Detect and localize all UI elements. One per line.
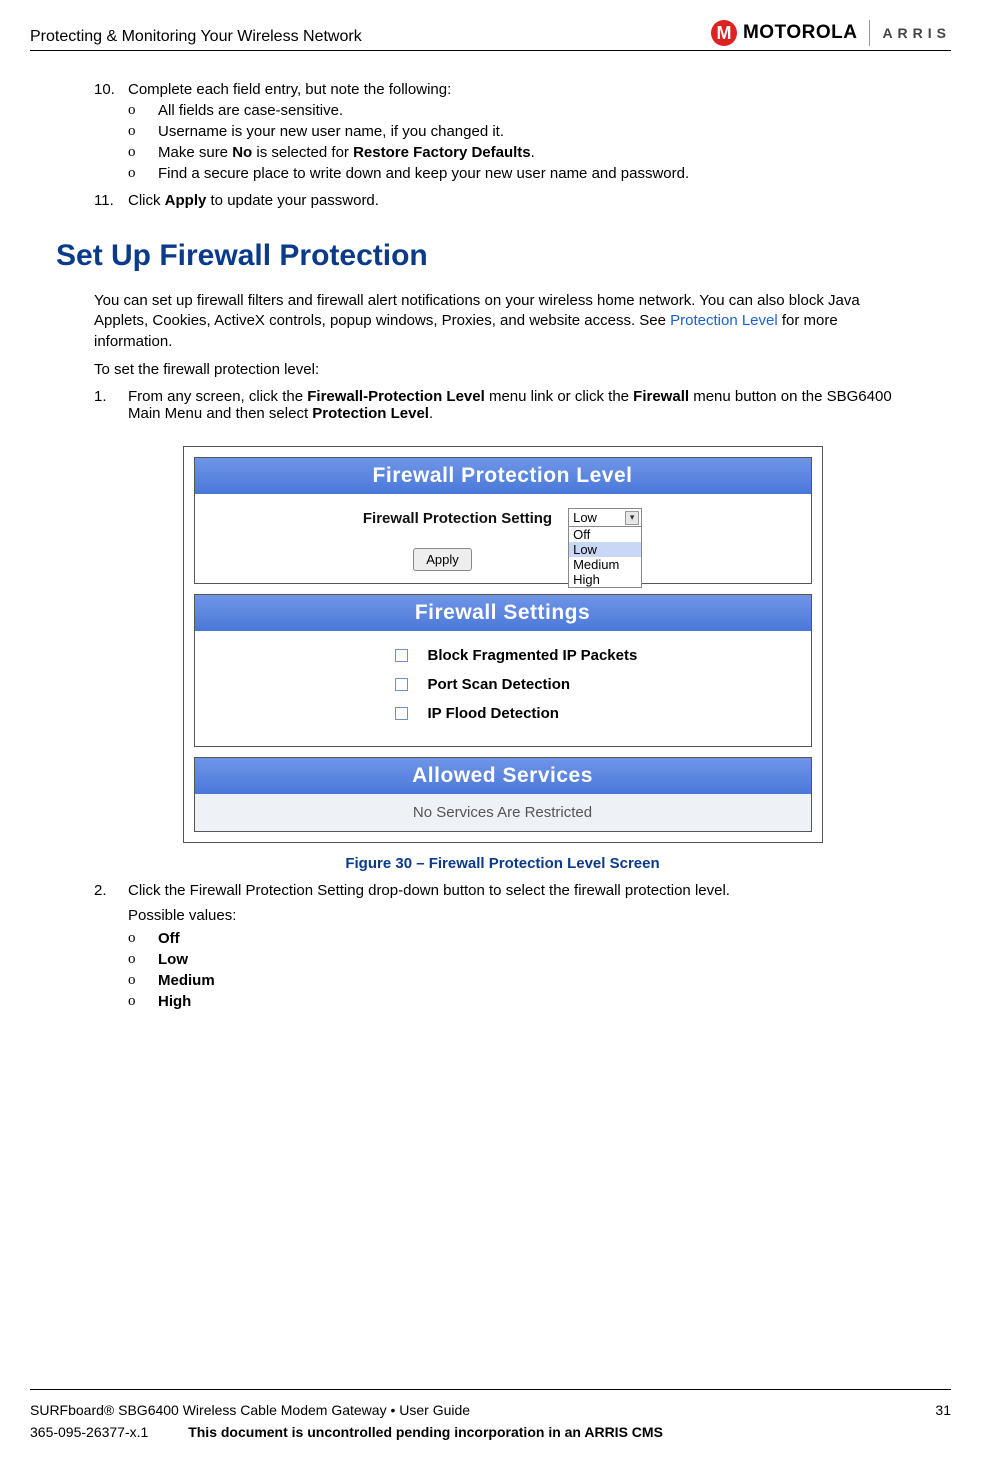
setting-label: Port Scan Detection (428, 676, 571, 693)
intro-lead: To set the firewall protection level: (94, 360, 911, 380)
panel-allowed-services: Allowed Services No Services Are Restric… (194, 757, 812, 832)
steps-bottom: 2. Click the Firewall Protection Setting… (94, 882, 911, 1014)
list-item: οMedium (128, 972, 911, 989)
footer-notice: This document is uncontrolled pending in… (188, 1424, 663, 1440)
steps-mid: 1. From any screen, click the Firewall-P… (94, 388, 911, 422)
select-current[interactable]: Low ▾ (569, 509, 641, 527)
step-number: 10. (94, 81, 128, 186)
panel-firewall-settings: Firewall Settings Block Fragmented IP Pa… (194, 594, 812, 747)
checkbox-port-scan[interactable] (395, 678, 408, 691)
page-footer: SURFboard® SBG6400 Wireless Cable Modem … (30, 1389, 951, 1440)
panel-title: Allowed Services (195, 758, 811, 794)
list-item: οUsername is your new user name, if you … (128, 123, 911, 140)
select-option[interactable]: Medium (569, 557, 641, 572)
page-content: 10. Complete each field entry, but note … (30, 51, 951, 1014)
list-item: οHigh (128, 993, 911, 1010)
protection-setting-label: Firewall Protection Setting (363, 508, 552, 527)
motorola-text: MOTOROLA (743, 22, 857, 44)
logo-divider (869, 20, 870, 46)
figure-frame: Firewall Protection Level Firewall Prote… (183, 446, 823, 843)
header-title: Protecting & Monitoring Your Wireless Ne… (30, 28, 362, 46)
step-number: 11. (94, 192, 128, 209)
checkbox-block-fragmented[interactable] (395, 649, 408, 662)
protection-level-link[interactable]: Protection Level (670, 312, 778, 329)
step-10-sublist: οAll fields are case-sensitive. οUsernam… (128, 102, 911, 182)
setting-row: Block Fragmented IP Packets (235, 641, 771, 670)
motorola-icon: M (711, 20, 737, 46)
page-header: Protecting & Monitoring Your Wireless Ne… (30, 0, 951, 51)
step-text: Complete each field entry, but note the … (128, 81, 451, 98)
step-11: 11. Click Apply to update your password. (94, 192, 911, 209)
list-item: οAll fields are case-sensitive. (128, 102, 911, 119)
step-10: 10. Complete each field entry, but note … (94, 81, 911, 186)
arris-text: ARRIS (882, 25, 951, 41)
step-number: 2. (94, 882, 128, 1014)
checkbox-ip-flood[interactable] (395, 707, 408, 720)
step-text: Click the Firewall Protection Setting dr… (128, 882, 730, 899)
figure-caption: Figure 30 – Firewall Protection Level Sc… (94, 855, 911, 872)
step-number: 1. (94, 388, 128, 422)
setting-row: IP Flood Detection (235, 699, 771, 728)
possible-values-list: οOff οLow οMedium οHigh (128, 930, 911, 1010)
steps-top: 10. Complete each field entry, but note … (94, 81, 911, 209)
allowed-services-text: No Services Are Restricted (195, 794, 811, 831)
select-option[interactable]: High (569, 572, 641, 587)
panel-protection-level: Firewall Protection Level Firewall Prote… (194, 457, 812, 584)
list-item: οLow (128, 951, 911, 968)
panel-title: Firewall Protection Level (195, 458, 811, 494)
header-logos: M MOTOROLA ARRIS (711, 20, 951, 46)
list-item: οFind a secure place to write down and k… (128, 165, 911, 182)
chevron-down-icon[interactable]: ▾ (625, 511, 639, 525)
panel-title: Firewall Settings (195, 595, 811, 631)
setting-label: IP Flood Detection (428, 705, 559, 722)
list-item: οOff (128, 930, 911, 947)
list-item: ο Make sure No is selected for Restore F… (128, 144, 911, 161)
motorola-logo: M MOTOROLA (711, 20, 857, 46)
intro-paragraph: You can set up firewall filters and fire… (94, 291, 911, 352)
step-2: 2. Click the Firewall Protection Setting… (94, 882, 911, 1014)
possible-values-lead: Possible values: (128, 907, 911, 924)
section-heading: Set Up Firewall Protection (56, 239, 911, 273)
setting-label: Block Fragmented IP Packets (428, 647, 638, 664)
page-number: 31 (935, 1402, 951, 1418)
select-option[interactable]: Off (569, 527, 641, 542)
footer-docnum: 365-095-26377-x.1 (30, 1424, 148, 1440)
step-1: 1. From any screen, click the Firewall-P… (94, 388, 911, 422)
select-option[interactable]: Low (569, 542, 641, 557)
footer-product: SURFboard® SBG6400 Wireless Cable Modem … (30, 1402, 470, 1418)
figure-30: Firewall Protection Level Firewall Prote… (94, 446, 911, 872)
apply-button[interactable]: Apply (413, 548, 472, 571)
protection-setting-select[interactable]: Low ▾ Off Low Medium High (568, 508, 642, 588)
setting-row: Port Scan Detection (235, 670, 771, 699)
